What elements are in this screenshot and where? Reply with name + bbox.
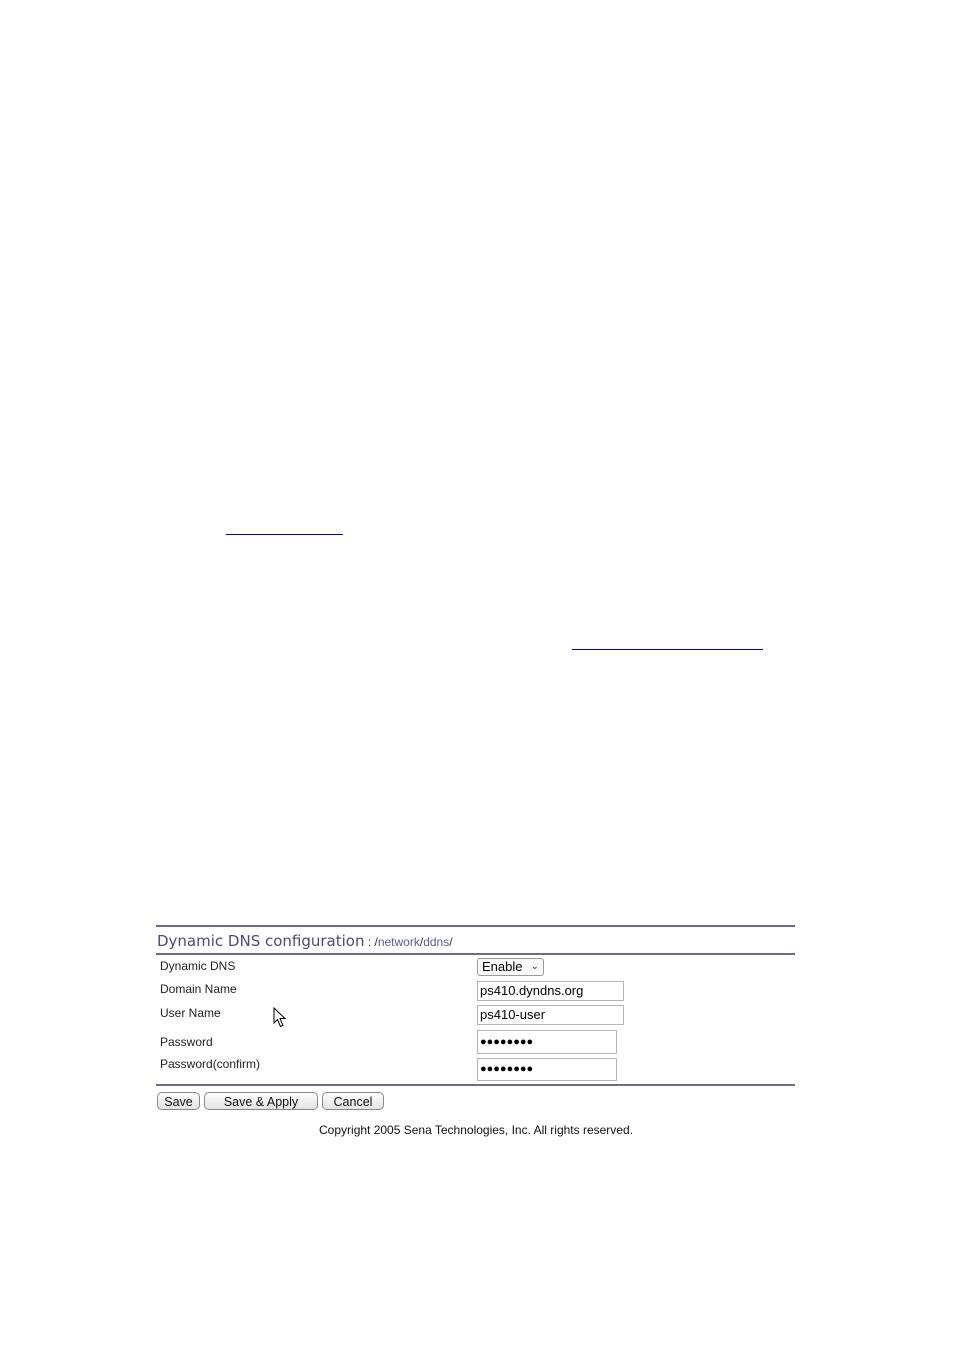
save-apply-button[interactable]: Save & Apply xyxy=(204,1092,318,1110)
breadcrumb-separator: : / xyxy=(364,935,378,949)
save-button[interactable]: Save xyxy=(157,1092,200,1110)
domain-name-label: Domain Name xyxy=(160,982,237,996)
chevron-down-icon: ⌄ xyxy=(530,961,539,972)
panel-title: Dynamic DNS configuration xyxy=(157,932,365,950)
password-input[interactable]: ●●●●●●●● xyxy=(477,1030,617,1054)
password-confirm-input[interactable]: ●●●●●●●● xyxy=(477,1058,617,1081)
header-divider xyxy=(156,953,795,955)
mouse-pointer-icon xyxy=(273,1007,287,1028)
cancel-button[interactable]: Cancel xyxy=(322,1092,384,1110)
password-label: Password xyxy=(160,1035,213,1049)
dynamic-dns-label: Dynamic DNS xyxy=(160,959,236,973)
password-confirm-label: Password(confirm) xyxy=(160,1057,261,1071)
user-name-input[interactable]: ps410-user xyxy=(477,1005,624,1025)
user-name-label: User Name xyxy=(160,1006,221,1020)
ddns-config-panel: Dynamic DNS configuration : /network/ddn… xyxy=(156,925,796,1143)
document-link-2[interactable] xyxy=(572,649,763,650)
breadcrumb-network[interactable]: network xyxy=(378,935,420,949)
document-link-1[interactable] xyxy=(226,534,343,535)
breadcrumb-ddns[interactable]: ddns xyxy=(423,935,449,949)
breadcrumb: : /network/ddns/ xyxy=(364,935,453,949)
dynamic-dns-select[interactable]: Enable ⌄ xyxy=(477,958,544,976)
dynamic-dns-value: Enable xyxy=(482,959,523,974)
footer-divider xyxy=(156,1084,795,1086)
domain-name-input[interactable]: ps410.dyndns.org xyxy=(477,981,624,1001)
copyright-text: Copyright 2005 Sena Technologies, Inc. A… xyxy=(319,1123,633,1137)
top-divider xyxy=(156,925,795,927)
panel-header: Dynamic DNS configuration : /network/ddn… xyxy=(157,931,453,950)
